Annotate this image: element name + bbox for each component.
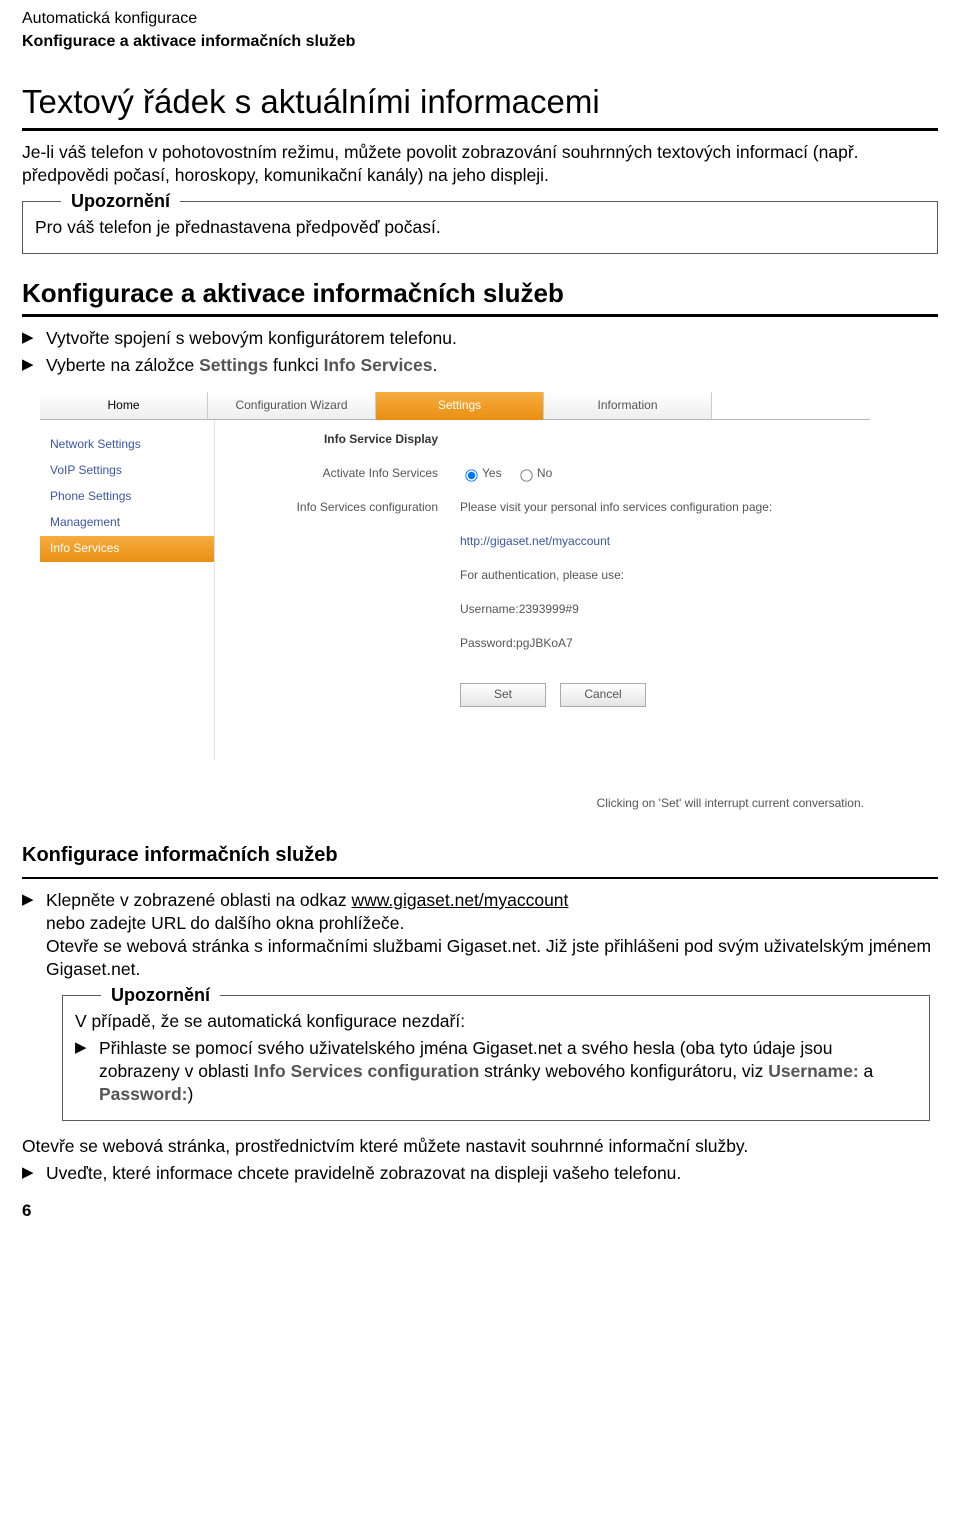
notice-legend: Upozornění (61, 190, 180, 214)
tab-settings[interactable]: Settings (376, 392, 544, 421)
label-info-service-display: Info Service Display (215, 432, 438, 448)
breadcrumb-line2: Konfigurace a aktivace informačních služ… (22, 31, 938, 52)
left-nav: Network Settings VoIP Settings Phone Set… (40, 420, 215, 760)
cancel-button[interactable]: Cancel (560, 683, 646, 707)
nav-phone-settings[interactable]: Phone Settings (40, 484, 214, 510)
step-2: ▶ Vyberte na záložce Settings funkci Inf… (22, 354, 938, 377)
configurator-screenshot: Home Configuration Wizard Settings Infor… (40, 392, 870, 825)
step2-text: Vyberte na záložce Settings funkci Info … (46, 354, 938, 377)
notice-box-2: Upozornění V případě, že se automatická … (62, 995, 930, 1121)
section3-bullet1: ▶ Klepněte v zobrazené oblasti na odkaz … (22, 889, 938, 981)
cfg-url-link[interactable]: http://gigaset.net/myaccount (460, 534, 870, 550)
t: stránky webového konfigurátoru, viz (479, 1061, 768, 1081)
label-config: Info Services configuration (215, 500, 438, 516)
section3-title: Konfigurace informačních služeb (22, 842, 938, 868)
step1-text: Vytvořte spojení s webovým konfigurátore… (46, 327, 938, 350)
after-paragraph: Otevře se webová stránka, prostřednictví… (22, 1135, 938, 1158)
nav-voip-settings[interactable]: VoIP Settings (40, 458, 214, 484)
radio-no-label: No (537, 466, 552, 480)
bold: Username: (768, 1061, 858, 1081)
radio-yes-label: Yes (482, 466, 502, 480)
notice2-line1: V případě, že se automatická konfigurace… (75, 1010, 917, 1033)
nav-management[interactable]: Management (40, 510, 214, 536)
t: . (433, 355, 438, 375)
footnote: Clicking on 'Set' will interrupt current… (40, 760, 870, 824)
t: funkci (268, 355, 323, 375)
radio-no-input[interactable] (520, 470, 532, 482)
auth-intro: For authentication, please use: (460, 568, 870, 584)
arrow-icon: ▶ (22, 327, 36, 350)
label-activate: Activate Info Services (215, 466, 438, 482)
notice-legend: Upozornění (101, 984, 220, 1008)
t: Otevře se webová stránka s informačními … (46, 936, 931, 979)
bold: Password: (99, 1084, 188, 1104)
panel: Network Settings VoIP Settings Phone Set… (40, 420, 870, 760)
arrow-icon: ▶ (22, 889, 36, 981)
password-value: Password:pgJBKoA7 (460, 636, 870, 652)
bold: Info Services configuration (254, 1061, 480, 1081)
button-row: Set Cancel (460, 683, 870, 707)
tab-config-wizard[interactable]: Configuration Wizard (208, 392, 376, 420)
breadcrumb-line1: Automatická konfigurace (22, 8, 938, 29)
tab-home[interactable]: Home (40, 392, 208, 420)
value-col: Yes No Please visit your personal info s… (460, 432, 870, 760)
bullet1-content: Klepněte v zobrazené oblasti na odkaz ww… (46, 889, 938, 981)
radio-no[interactable]: No (515, 466, 552, 480)
username-value: Username:2393999#9 (460, 602, 870, 618)
bold: Info Services (324, 355, 433, 375)
final-text: Uveďte, které informace chcete pravideln… (46, 1162, 938, 1185)
section2-title: Konfigurace a aktivace informačních služ… (22, 276, 938, 310)
right-area: Info Service Display Activate Info Servi… (215, 420, 870, 760)
tab-information[interactable]: Information (544, 392, 712, 420)
t: Klepněte v zobrazené oblasti na odkaz (46, 890, 351, 910)
t: a (859, 1061, 874, 1081)
notice2-text: Přihlaste se pomocí svého uživatelského … (99, 1037, 917, 1106)
gigaset-link[interactable]: www.gigaset.net/myaccount (351, 890, 568, 910)
section1-title: Textový řádek s aktuálními informacemi (22, 80, 938, 124)
nav-info-services[interactable]: Info Services (40, 536, 214, 562)
tab-bar: Home Configuration Wizard Settings Infor… (40, 392, 870, 421)
page-number: 6 (22, 1200, 938, 1222)
section1-paragraph: Je-li váš telefon v pohotovostním režimu… (22, 141, 938, 187)
arrow-icon: ▶ (22, 354, 36, 377)
notice-box-1: Upozornění Pro váš telefon je přednastav… (22, 201, 938, 254)
set-button[interactable]: Set (460, 683, 546, 707)
hr (22, 877, 938, 879)
final-bullet: ▶ Uveďte, které informace chcete pravide… (22, 1162, 938, 1185)
label-col: Info Service Display Activate Info Servi… (215, 432, 460, 760)
radio-yes-input[interactable] (465, 470, 477, 482)
arrow-icon: ▶ (22, 1162, 36, 1185)
notice2-bullet: ▶ Přihlaste se pomocí svého uživatelskéh… (75, 1037, 917, 1106)
t: ) (188, 1084, 194, 1104)
arrow-icon: ▶ (75, 1037, 89, 1106)
step-1: ▶ Vytvořte spojení s webovým konfiguráto… (22, 327, 938, 350)
hr (22, 128, 938, 131)
t: nebo zadejte URL do dalšího okna prohlíž… (46, 913, 404, 933)
t: Vyberte na záložce (46, 355, 199, 375)
nav-network-settings[interactable]: Network Settings (40, 432, 214, 458)
radio-yes[interactable]: Yes (460, 466, 502, 480)
cfg-intro: Please visit your personal info services… (460, 500, 870, 516)
bold: Settings (199, 355, 268, 375)
radio-group-activate: Yes No (460, 466, 870, 482)
hr (22, 314, 938, 317)
notice-text: Pro váš telefon je přednastavena předpov… (35, 216, 925, 239)
